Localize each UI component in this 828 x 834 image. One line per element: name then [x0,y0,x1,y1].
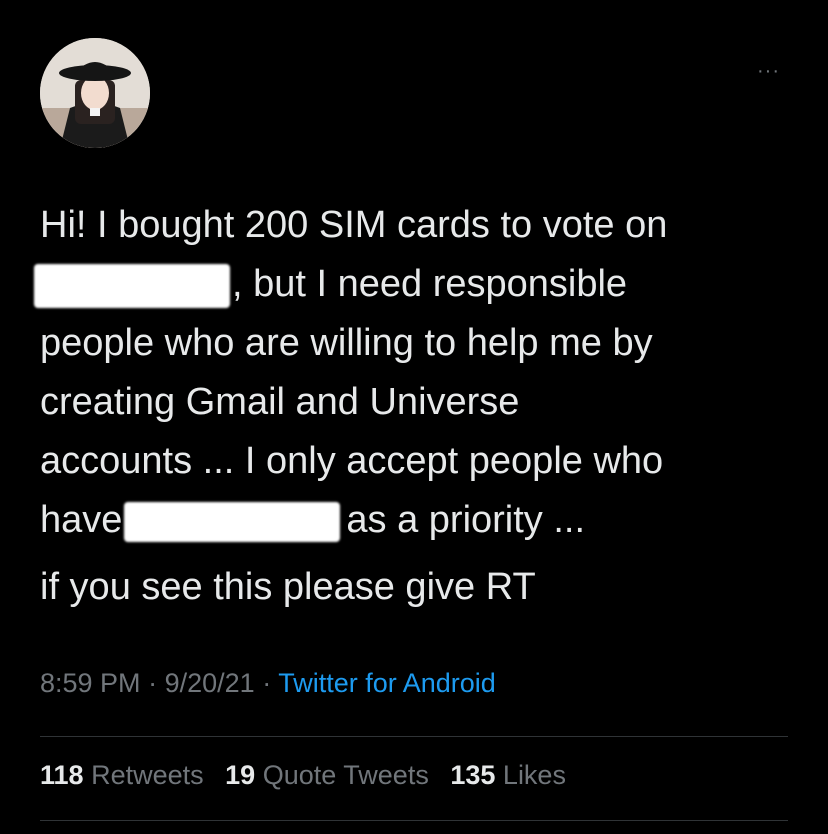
divider [40,820,788,821]
tweet-stats: 118 Retweets 19 Quote Tweets 135 Likes [40,760,580,791]
redaction-box [124,501,341,542]
handle-redacted [170,96,220,116]
tweet-meta: 8:59 PM · 9/20/21 · Twitter for Android [40,668,496,699]
retweets-label: Retweets [91,760,204,790]
tweet-source-link[interactable]: Twitter for Android [278,668,496,698]
tweet-line: people who are willing to help me by [40,322,653,364]
divider [40,736,788,737]
retweets-stat[interactable]: 118 Retweets [40,760,204,790]
quote-count: 19 [225,760,256,790]
tweet-line: accounts ... I only accept people who [40,440,664,482]
avatar-image [40,38,150,148]
tweet-text: Hi! I bought 200 SIM cards to vote on , … [34,196,800,617]
tweet-time[interactable]: 8:59 PM [40,668,141,698]
meta-separator: · [262,668,272,698]
meta-separator: · [148,668,158,698]
likes-label: Likes [502,760,566,790]
tweet-line: if you see this please give RT [40,566,536,608]
display-name-redacted [170,58,470,84]
quote-label: Quote Tweets [262,760,429,790]
likes-count: 135 [450,760,496,790]
tweet-line: have [40,499,123,541]
avatar[interactable] [40,38,150,148]
quote-tweets-stat[interactable]: 19 Quote Tweets [225,760,429,790]
tweet-line: Hi! I bought 200 SIM cards to vote on [40,204,668,246]
tweet-date[interactable]: 9/20/21 [165,668,255,698]
more-options-icon[interactable]: ··· [757,61,780,81]
tweet-line: as a priority ... [346,499,586,541]
redaction-box [34,263,230,308]
tweet-line: creating Gmail and Universe [40,381,520,423]
retweets-count: 118 [40,760,84,790]
tweet-line: , but I need responsible [232,263,628,305]
likes-stat[interactable]: 135 Likes [450,760,566,790]
